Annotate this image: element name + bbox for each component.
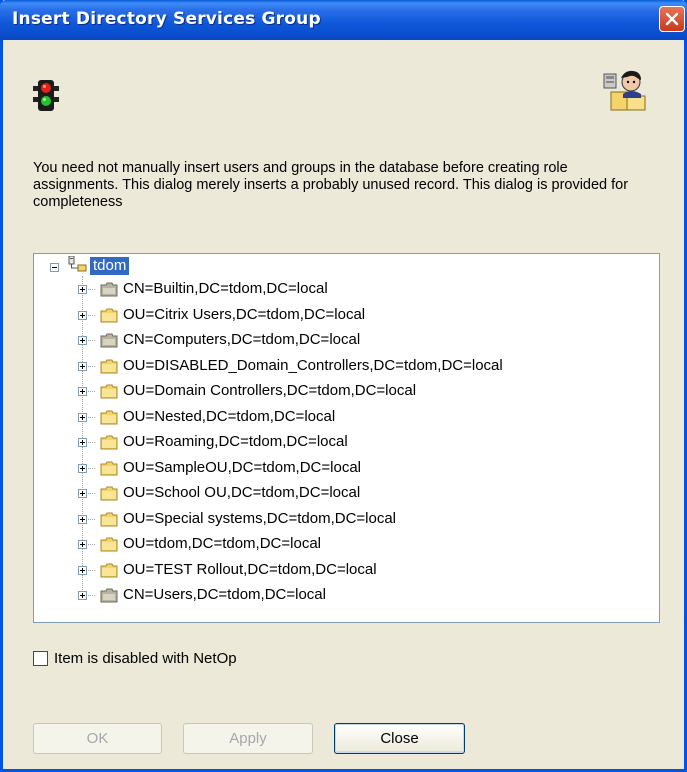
ou-folder-icon [100,435,118,450]
tree-root-label[interactable]: tdom [90,257,130,275]
tree-item-label[interactable]: OU=Nested,DC=tdom,DC=local [123,408,335,426]
ou-folder-icon [100,486,118,501]
expand-icon[interactable] [78,387,87,396]
collapse-icon[interactable] [50,263,59,272]
expand-icon[interactable] [78,310,87,320]
ou-folder-icon [100,461,118,475]
close-button[interactable]: Close [334,723,465,754]
domain-icon [68,256,87,272]
expand-icon[interactable] [78,412,87,422]
expand-icon[interactable] [78,361,87,371]
container-folder-icon [100,282,118,297]
ou-folder-icon [100,537,118,552]
close-icon [665,12,679,26]
tree-item-label[interactable]: OU=SampleOU,DC=tdom,DC=local [123,459,361,477]
expand-icon[interactable] [78,591,87,600]
container-folder-icon [100,333,118,348]
title-bar[interactable]: Insert Directory Services Group [0,0,687,40]
expand-icon[interactable] [78,336,87,345]
disabled-netop-checkbox[interactable] [33,651,48,666]
ou-folder-icon [100,384,118,399]
ou-folder-icon [100,359,118,373]
directory-tree[interactable]: tdom CN=Builtin,DC=tdom,DC=local OU=Citr… [33,253,660,623]
ou-folder-icon [100,308,118,322]
tree-item-label[interactable]: CN=Users,DC=tdom,DC=local [123,586,326,604]
expand-icon[interactable] [78,438,87,447]
directory-user-icon [603,70,646,111]
expand-icon[interactable] [78,285,87,294]
description-text: You need not manually insert users and g… [33,160,629,210]
tree-item-label[interactable]: OU=Citrix Users,DC=tdom,DC=local [123,306,365,324]
expand-icon[interactable] [78,540,87,549]
expand-icon[interactable] [78,514,87,524]
container-folder-icon [100,588,118,603]
tree-item-label[interactable]: CN=Builtin,DC=tdom,DC=local [123,280,328,298]
disabled-netop-label[interactable]: Item is disabled with NetOp [54,650,237,667]
ou-folder-icon [100,563,118,577]
tree-item-label[interactable]: OU=Domain Controllers,DC=tdom,DC=local [123,382,416,400]
traffic-light-icon [33,80,59,111]
expand-icon[interactable] [78,565,87,575]
tree-item-label[interactable]: OU=DISABLED_Domain_Controllers,DC=tdom,D… [123,357,503,375]
ou-folder-icon [100,410,118,424]
tree-item-label[interactable]: OU=Special systems,DC=tdom,DC=local [123,510,396,528]
tree-item-label[interactable]: OU=TEST Rollout,DC=tdom,DC=local [123,561,377,579]
close-window-button[interactable] [659,6,685,32]
dialog-content: You need not manually insert users and g… [3,40,684,769]
tree-item-label[interactable]: OU=Roaming,DC=tdom,DC=local [123,433,348,451]
window-title: Insert Directory Services Group [12,9,321,29]
ok-button[interactable]: OK [33,723,162,754]
expand-icon[interactable] [78,463,87,473]
ou-folder-icon [100,512,118,526]
expand-icon[interactable] [78,489,87,498]
dialog-window: Insert Directory Services Group You need… [0,0,687,772]
tree-item-label[interactable]: OU=School OU,DC=tdom,DC=local [123,484,360,502]
tree-item-label[interactable]: CN=Computers,DC=tdom,DC=local [123,331,360,349]
apply-button[interactable]: Apply [183,723,313,754]
tree-item-label[interactable]: OU=tdom,DC=tdom,DC=local [123,535,321,553]
